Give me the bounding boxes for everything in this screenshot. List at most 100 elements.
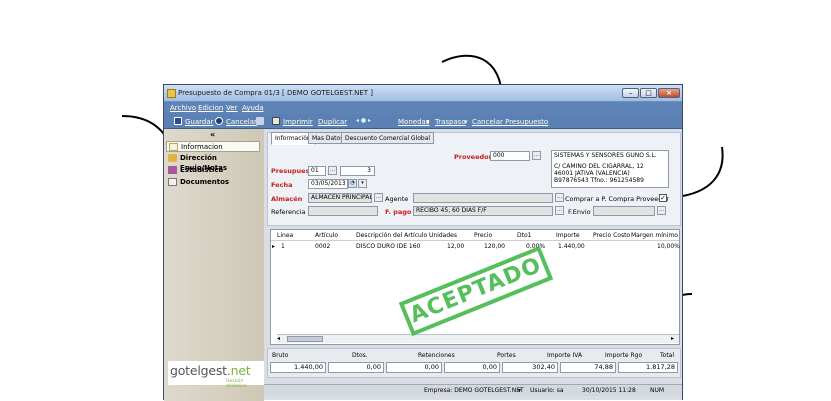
total-value-rgo: 74,88: [560, 362, 616, 373]
col-header[interactable]: Importe: [556, 232, 580, 239]
almacen-search-button[interactable]: …: [374, 193, 383, 202]
total-label: Retenciones: [418, 352, 455, 359]
comprar-checkbox[interactable]: ✓: [659, 194, 667, 202]
info-icon: [169, 143, 178, 151]
comprar-label: Comprar a P. Compra Proveedor: [565, 195, 670, 203]
presupuesto-number-field[interactable]: 3: [340, 166, 375, 176]
row-indicator-icon: ▸: [272, 243, 276, 250]
document-icon: [168, 178, 177, 186]
scroll-thumb[interactable]: [287, 336, 323, 342]
cancel-quote-button[interactable]: Cancelar Presupuesto: [472, 118, 548, 126]
duplicate-button[interactable]: Duplicar: [318, 118, 347, 126]
sidebar-item-label: Informacion: [181, 143, 223, 151]
total-value-iva: 302,40: [502, 362, 558, 373]
app-window: Presupuesto de Compra 01/3 [ DEMO GOTELG…: [163, 84, 683, 401]
total-label: Bruto: [272, 352, 289, 359]
status-fecha: 30/10/2015 11:28: [582, 387, 636, 394]
logo-tagline: Gestión dinámica: [226, 379, 247, 389]
total-label: Dtos.: [352, 352, 368, 359]
total-label: Importe Rgo: [605, 352, 643, 359]
menu-bar: Archivo Edicion Ver Ayuda: [164, 102, 682, 114]
fpago-field[interactable]: RECIBO 45, 60 DIAS F/F: [413, 206, 553, 216]
app-icon: [167, 89, 176, 98]
status-usuario: Usuario: sa: [530, 387, 564, 394]
sidebar-item-informacion[interactable]: Informacion: [166, 141, 260, 152]
window-title: Presupuesto de Compra 01/3 [ DEMO GOTELG…: [178, 89, 373, 97]
cell-importe: 1.440,00: [558, 243, 585, 250]
fenvio-field[interactable]: [593, 206, 655, 216]
supplier-address: SISTEMAS Y SENSORES GUNO S.L. C/ CAMINO …: [551, 150, 669, 188]
agente-search-button[interactable]: …: [555, 193, 564, 202]
agente-field[interactable]: [413, 193, 553, 203]
proveedor-search-button[interactable]: …: [532, 151, 541, 160]
referencia-field[interactable]: [308, 206, 378, 216]
total-value-retenciones: 0,00: [386, 362, 442, 373]
calendar-icon[interactable]: ◔: [348, 179, 357, 188]
total-value-total: 1.817,28: [618, 362, 678, 373]
referencia-label: Referencia: [271, 208, 306, 216]
grid-header-divider: [271, 240, 679, 241]
almacen-field[interactable]: ALMACEN PRINCIPAL: [308, 193, 372, 203]
logo: gotelgest.net Gestión dinámica: [168, 361, 264, 389]
print-button[interactable]: Imprimir: [283, 118, 313, 126]
cell-unidades: 12,00: [447, 243, 465, 250]
col-header[interactable]: Precio Costo: [593, 232, 630, 239]
nav-icon: ◂ ● ▸: [356, 117, 372, 124]
save-button[interactable]: Guardar: [185, 118, 214, 126]
horizontal-scrollbar[interactable]: ◂ ▸: [277, 334, 679, 343]
total-label: Portes: [497, 352, 516, 359]
traspaso-menu[interactable]: Traspaso: [435, 118, 466, 126]
fecha-field[interactable]: 03/05/2013: [308, 179, 348, 189]
total-label: Total: [660, 352, 675, 359]
fenvio-search-button[interactable]: …: [657, 206, 666, 215]
menu-archivo[interactable]: Archivo: [170, 104, 196, 112]
total-label: Importe IVA: [547, 352, 583, 359]
toolbar: Guardar Cancelar Imprimir Duplicar ◂ ● ▸…: [164, 114, 682, 129]
scroll-left-icon[interactable]: ◂: [277, 335, 280, 343]
monedas-dropdown-icon: ▾: [426, 118, 430, 126]
tab-descuento[interactable]: Descuento Comercial Global: [341, 132, 435, 144]
col-header[interactable]: Artículo: [315, 232, 338, 239]
print-icon: [272, 117, 280, 125]
presupuesto-serie-field[interactable]: 01: [308, 166, 326, 176]
sidebar-item-estadistica[interactable]: Estadística: [166, 165, 260, 176]
cell-linea: 1: [281, 243, 285, 250]
menu-ayuda[interactable]: Ayuda: [242, 104, 264, 112]
minimize-button[interactable]: –: [622, 88, 639, 98]
col-header[interactable]: Unidades: [429, 232, 457, 239]
proveedor-code-field[interactable]: 000: [490, 151, 530, 161]
total-value-dtos: 0,00: [328, 362, 384, 373]
cancel-icon: [215, 117, 223, 125]
collapse-sidebar-icon[interactable]: «: [210, 130, 215, 139]
col-header[interactable]: Precio: [474, 232, 492, 239]
totals-panel: Bruto Dtos. Retenciones Portes Importe I…: [267, 348, 681, 378]
sidebar-item-direccion[interactable]: Dirección Envio/Notas: [166, 153, 260, 172]
presupuesto-serie-button[interactable]: …: [328, 166, 337, 175]
cancel-button[interactable]: Cancelar: [226, 118, 257, 126]
monedas-menu[interactable]: Monedas: [398, 118, 429, 126]
status-dropdown-icon[interactable]: ▾: [518, 387, 521, 394]
maximize-button[interactable]: □: [640, 88, 657, 98]
close-button[interactable]: ×: [658, 88, 680, 98]
folder-icon: [168, 154, 177, 162]
cell-descripcion: DISCO DURO IDE 160: [356, 243, 421, 250]
menu-edicion[interactable]: Edicion: [198, 104, 223, 112]
menu-ver[interactable]: Ver: [226, 104, 237, 112]
col-header[interactable]: Dto1: [517, 232, 531, 239]
fecha-dropdown-icon[interactable]: ▾: [358, 179, 367, 188]
status-num: NUM: [650, 387, 665, 394]
total-value-bruto: 1.440,00: [270, 362, 326, 373]
delete-icon: [256, 117, 264, 125]
proveedor-label: Proveedor: [454, 153, 492, 161]
fpago-search-button[interactable]: …: [555, 206, 564, 215]
col-header[interactable]: Linea: [277, 232, 293, 239]
col-header[interactable]: Margen mínimo: [631, 232, 678, 239]
sidebar-item-documentos[interactable]: Documentos: [166, 177, 260, 188]
almacen-label: Almacén: [271, 195, 303, 203]
scroll-right-icon[interactable]: ▸: [671, 335, 674, 343]
col-header[interactable]: Descripción del Artículo: [356, 232, 427, 239]
fpago-label: F. pago: [385, 208, 412, 216]
presupuesto-label: Presupuest: [271, 167, 313, 175]
total-value-portes: 0,00: [444, 362, 500, 373]
cell-precio: 120,00: [484, 243, 505, 250]
